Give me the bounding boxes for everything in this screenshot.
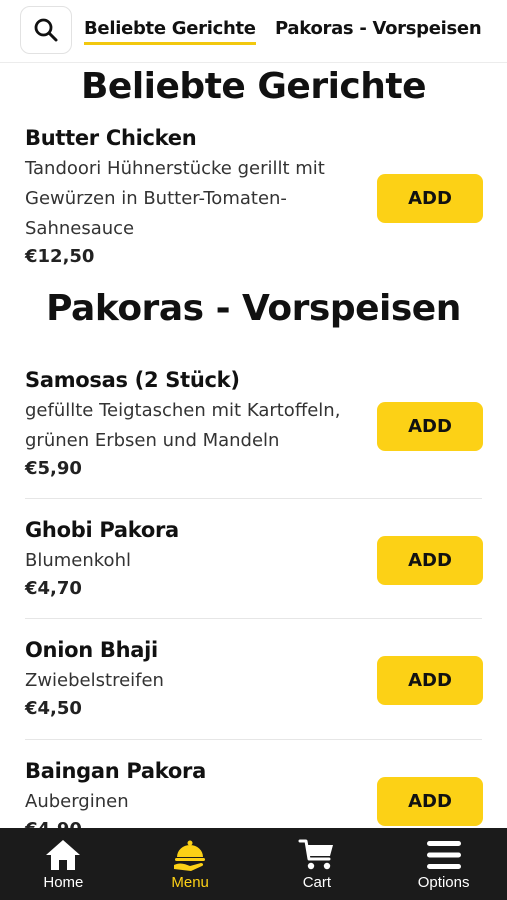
- divider: [25, 618, 482, 619]
- nav-label: Home: [43, 874, 84, 891]
- search-icon: [34, 18, 58, 42]
- menu-item-butter-chicken: Butter Chicken Tandoori Hühnerstücke ger…: [25, 126, 483, 267]
- nav-cart[interactable]: Cart: [254, 828, 381, 900]
- item-description: Auberginen: [25, 791, 129, 812]
- nav-label: Options: [417, 874, 470, 891]
- nav-label: Cart: [302, 874, 332, 891]
- cart-icon: [298, 839, 333, 870]
- add-button[interactable]: ADD: [377, 777, 483, 826]
- menu-content[interactable]: Beliebte Gerichte Butter Chicken Tandoor…: [0, 62, 507, 828]
- section-title-pakoras-vorspeisen: Pakoras - Vorspeisen: [46, 288, 461, 329]
- item-name: Samosas (2 Stück): [25, 368, 240, 392]
- item-name: Butter Chicken: [25, 126, 197, 150]
- add-button[interactable]: ADD: [377, 402, 483, 451]
- tab-pakoras-vorspeisen[interactable]: Pakoras - Vorspeisen: [275, 18, 482, 39]
- divider: [25, 739, 482, 740]
- bottom-navigation: Home Menu Cart Options: [0, 828, 507, 900]
- menu-item-onion-bhaji: Onion Bhaji Zwiebelstreifen €4,50 ADD: [25, 638, 483, 719]
- add-button[interactable]: ADD: [377, 656, 483, 705]
- item-price: €5,90: [25, 458, 82, 479]
- add-button[interactable]: ADD: [377, 174, 483, 223]
- item-price: €12,50: [25, 246, 95, 267]
- tab-beliebte-gerichte[interactable]: Beliebte Gerichte: [84, 18, 256, 45]
- item-description: gefüllte Teigtaschen mit Kartoffeln, grü…: [25, 400, 341, 451]
- nav-menu[interactable]: Menu: [127, 828, 254, 900]
- menu-item-ghobi-pakora: Ghobi Pakora Blumenkohl €4,70 ADD: [25, 518, 483, 599]
- item-description: Blumenkohl: [25, 550, 131, 571]
- top-bar: Beliebte Gerichte Pakoras - Vorspeisen: [0, 0, 507, 63]
- section-title-beliebte-gerichte: Beliebte Gerichte: [80, 66, 427, 107]
- nav-label: Menu: [171, 874, 209, 891]
- item-description: Zwiebelstreifen: [25, 670, 164, 691]
- nav-home[interactable]: Home: [0, 828, 127, 900]
- options-icon: [426, 841, 461, 869]
- search-button[interactable]: [20, 6, 72, 54]
- home-icon: [46, 840, 81, 870]
- add-button[interactable]: ADD: [377, 536, 483, 585]
- menu-item-samosas: Samosas (2 Stück) gefüllte Teigtaschen m…: [25, 368, 483, 479]
- item-description: Tandoori Hühnerstücke gerillt mit Gewürz…: [25, 158, 325, 239]
- menu-item-baingan-pakora: Baingan Pakora Auberginen €4,90 ADD: [25, 759, 483, 828]
- nav-options[interactable]: Options: [380, 828, 507, 900]
- menu-cloche-icon: [174, 840, 206, 871]
- divider: [25, 498, 482, 499]
